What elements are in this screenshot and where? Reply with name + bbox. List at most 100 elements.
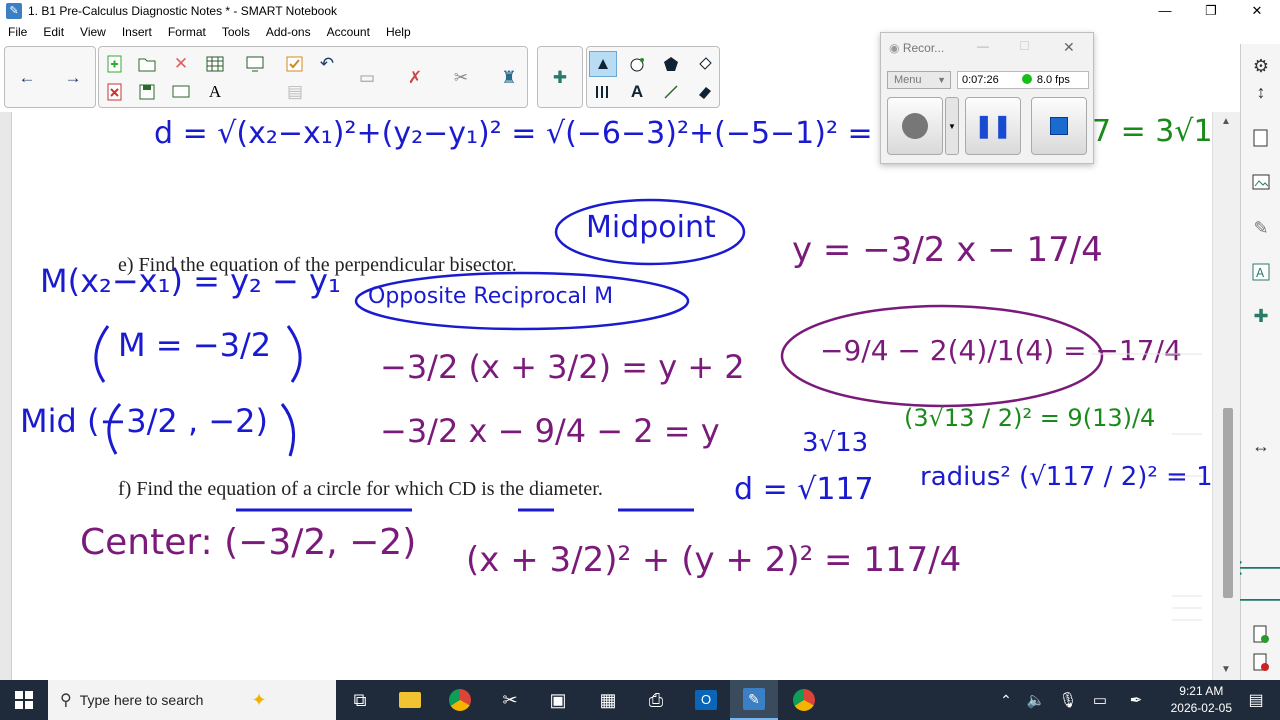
- undo-button[interactable]: ↶: [313, 51, 341, 77]
- clear-ink-button[interactable]: ✗: [401, 65, 429, 91]
- start-button[interactable]: [0, 680, 48, 720]
- pause-button[interactable]: ❚❚: [965, 97, 1021, 155]
- new-page-button[interactable]: [101, 51, 129, 77]
- snipping-tool-button[interactable]: ✂: [490, 684, 530, 716]
- menu-format[interactable]: Format: [160, 25, 214, 39]
- properties-tab[interactable]: A: [1247, 258, 1275, 286]
- recorder-menu-dropdown[interactable]: Menu ▼: [887, 71, 951, 89]
- recorder-close-button[interactable]: ✕: [1063, 39, 1075, 56]
- speaker-icon: 🔈: [1026, 692, 1046, 709]
- scissors-icon: ✂: [453, 68, 469, 87]
- file-explorer-button[interactable]: [390, 684, 430, 716]
- menu-insert[interactable]: Insert: [114, 25, 160, 39]
- network-button[interactable]: ▭: [1080, 684, 1120, 716]
- notebook-page[interactable]: d = √(x₂−x₁)²+(y₂−y₁)² = √(−6−3)²+(−5−1)…: [12, 112, 1212, 680]
- scroll-thumb[interactable]: [1223, 408, 1233, 598]
- page-sorter-tab[interactable]: [1247, 124, 1275, 152]
- distance-formula-ink[interactable]: d = √(x₂−x₁)²+(y₂−y₁)² = √(−6−3)²+(−5−1)…: [154, 116, 974, 151]
- settings-button[interactable]: ⚙: [1247, 52, 1275, 80]
- calculator-button[interactable]: ▦: [588, 684, 628, 716]
- record-button[interactable]: [887, 97, 943, 155]
- previous-page-button[interactable]: ←: [13, 65, 41, 91]
- attachments-tab[interactable]: ✎: [1247, 214, 1275, 242]
- taskbar-clock[interactable]: 9:21 AM 2026-02-05: [1171, 683, 1232, 717]
- pen-tool-button[interactable]: [589, 79, 617, 105]
- check-button[interactable]: [281, 51, 309, 77]
- table-button[interactable]: [201, 51, 229, 77]
- center-ink[interactable]: Center: (−3/2, −2): [80, 522, 416, 563]
- gallery-tab[interactable]: [1247, 168, 1275, 196]
- opposite-reciprocal-ink[interactable]: Opposite Reciprocal M: [368, 284, 613, 309]
- minimize-button[interactable]: —: [1142, 0, 1188, 22]
- menu-help[interactable]: Help: [378, 25, 419, 39]
- menu-file[interactable]: File: [0, 25, 35, 39]
- bisector-equation-ink[interactable]: y = −3/2 x − 17/4: [792, 230, 1103, 270]
- display-button[interactable]: [241, 51, 269, 77]
- slope-formula-ink[interactable]: M(x₂−x₁) = y₂ − y₁: [40, 262, 341, 300]
- printer-app-button[interactable]: ⎙: [636, 684, 676, 716]
- menu-account[interactable]: Account: [319, 25, 378, 39]
- maximize-button[interactable]: ❐: [1188, 0, 1234, 22]
- add-page-side-button[interactable]: [1247, 620, 1275, 648]
- radius-note-ink[interactable]: 3√13: [802, 428, 868, 458]
- move-toolbar-button[interactable]: ↕: [1247, 78, 1275, 106]
- taskbar-search-box[interactable]: ⚲ Type here to search ✦: [48, 680, 336, 720]
- resize-panel-handle[interactable]: ↔: [1247, 432, 1275, 460]
- previous-page-side-button[interactable]: 🡐: [1232, 554, 1280, 582]
- task-view-button[interactable]: ⧉: [340, 684, 380, 716]
- chrome-button[interactable]: [440, 684, 480, 716]
- spell-check-button[interactable]: A: [201, 79, 229, 105]
- midpoint-coords-ink[interactable]: Mid (−3/2 , −2): [20, 402, 268, 440]
- delete-page-side-button[interactable]: [1247, 648, 1275, 676]
- close-button[interactable]: ✕: [1234, 0, 1280, 22]
- recorder-maximize-button[interactable]: ☐: [1019, 39, 1030, 53]
- midpoint-label-ink[interactable]: Midpoint: [586, 210, 716, 245]
- line-tool-button[interactable]: [657, 79, 685, 105]
- eraser-tool-button[interactable]: [691, 79, 719, 105]
- vertical-scrollbar[interactable]: ▲ ▼: [1212, 112, 1240, 680]
- delete-page-button[interactable]: [101, 79, 129, 105]
- pen-menu-button[interactable]: ✒: [1116, 684, 1156, 716]
- notifications-button[interactable]: ▤: [1236, 684, 1276, 716]
- menu-tools[interactable]: Tools: [214, 25, 258, 39]
- text-tool-button[interactable]: A: [623, 79, 651, 105]
- menu-edit[interactable]: Edit: [35, 25, 72, 39]
- outlook-button[interactable]: O: [686, 684, 726, 716]
- up-down-arrow-icon: ↕: [1256, 81, 1266, 102]
- lab-tools-button[interactable]: ✚: [546, 65, 574, 91]
- point-slope-ink[interactable]: −3/2 (x + 3/2) = y + 2: [380, 348, 745, 386]
- next-page-button[interactable]: →: [59, 65, 87, 91]
- stop-button[interactable]: [1031, 97, 1087, 155]
- scroll-down-icon[interactable]: ▼: [1221, 664, 1231, 675]
- next-page-side-button[interactable]: 🡒: [1232, 586, 1280, 614]
- circle-equation-ink[interactable]: (x + 3/2)² + (y + 2)² = 117/4: [466, 540, 961, 580]
- polygon-tool-button[interactable]: [657, 51, 685, 77]
- simplified-line-ink[interactable]: −3/2 x − 9/4 − 2 = y: [380, 412, 720, 450]
- addons-tab[interactable]: ✚: [1247, 302, 1275, 330]
- menu-addons[interactable]: Add-ons: [258, 25, 319, 39]
- slope-value-ink[interactable]: M = −3/2: [118, 326, 271, 364]
- smart-notebook-taskbar-button[interactable]: ✎: [730, 680, 778, 720]
- delete-button[interactable]: ✕: [167, 51, 195, 77]
- paste-button[interactable]: ▤: [281, 79, 309, 105]
- diameter-value-ink[interactable]: d = √117: [734, 472, 874, 507]
- chrome-profile-button[interactable]: [784, 684, 824, 716]
- properties-icon: A: [1252, 263, 1270, 281]
- menu-view[interactable]: View: [72, 25, 114, 39]
- screen-shade-button[interactable]: [167, 79, 195, 105]
- scroll-up-icon[interactable]: ▲: [1221, 116, 1231, 127]
- smart-notebook-app-icon: ✎: [6, 3, 22, 19]
- distance-result-ink[interactable]: 7 = 3√13: [1092, 114, 1212, 149]
- recorder-minimize-button[interactable]: —: [977, 39, 989, 53]
- shape-tool-button[interactable]: [623, 51, 651, 77]
- cut-button[interactable]: ✂: [447, 65, 475, 91]
- fill-tool-button[interactable]: [691, 51, 719, 77]
- select-tool-button[interactable]: ▲: [589, 51, 617, 77]
- record-options-dropdown[interactable]: ▼: [945, 97, 959, 155]
- app-button-1[interactable]: ▣: [538, 684, 578, 716]
- open-file-button[interactable]: [133, 51, 161, 77]
- save-button[interactable]: [133, 79, 161, 105]
- camera-button[interactable]: ▭: [353, 65, 381, 91]
- text-icon: A: [630, 82, 644, 101]
- addon-button[interactable]: ♜: [495, 65, 523, 91]
